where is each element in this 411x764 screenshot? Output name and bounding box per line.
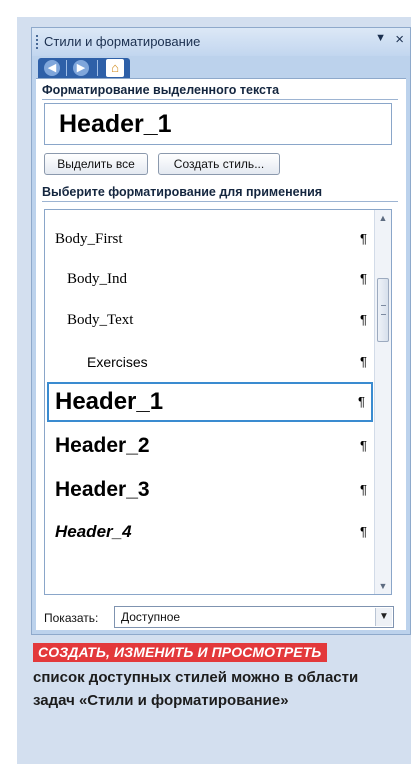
style-name: Body_Ind xyxy=(67,271,127,287)
figure-caption: СОЗДАТЬ, ИЗМЕНИТЬ И ПРОСМОТРЕТЬ список д… xyxy=(33,643,403,712)
select-all-button[interactable]: Выделить все xyxy=(44,153,148,175)
apply-formatting-heading: Выберите форматирование для применения xyxy=(42,185,323,199)
style-name: Header_1 xyxy=(55,388,164,415)
back-icon[interactable]: ◀ xyxy=(44,60,60,76)
style-name: Body_First xyxy=(55,231,123,247)
scroll-down-icon[interactable]: ▼ xyxy=(375,578,391,594)
style-item-header-2[interactable]: Header_2 ¶ xyxy=(47,426,373,466)
show-dropdown[interactable]: Доступное ▼ xyxy=(114,606,394,628)
style-item-exercises[interactable]: Exercises ¶ xyxy=(47,342,373,382)
show-dropdown-value: Доступное xyxy=(121,610,181,624)
paragraph-mark-icon: ¶ xyxy=(358,394,365,409)
caption-line: список доступных стилей можно в области xyxy=(33,669,359,686)
chevron-down-icon[interactable]: ▼ xyxy=(375,32,386,44)
style-name: Header_4 xyxy=(55,522,132,541)
styles-list[interactable]: Body_First ¶ Body_Ind ¶ Body_Text ¶ Exer… xyxy=(44,209,392,595)
current-style-field[interactable]: Header_1 xyxy=(44,103,392,145)
style-item-body-ind[interactable]: Body_Ind ¶ xyxy=(47,259,373,299)
figure-frame: Стили и форматирование ▼ × ◀ ▶ ⌂ Формати… xyxy=(17,17,411,764)
paragraph-mark-icon: ¶ xyxy=(360,312,367,327)
close-icon[interactable]: × xyxy=(395,31,404,48)
paragraph-mark-icon: ¶ xyxy=(360,438,367,453)
selected-text-heading: Форматирование выделенного текста xyxy=(42,83,280,97)
new-style-button[interactable]: Создать стиль... xyxy=(158,153,280,175)
style-item-header-1[interactable]: Header_1 ¶ xyxy=(47,382,373,422)
style-name: Exercises xyxy=(87,354,148,370)
scroll-up-icon[interactable]: ▲ xyxy=(375,210,391,226)
paragraph-mark-icon: ¶ xyxy=(360,271,367,286)
caption-highlight: СОЗДАТЬ, ИЗМЕНИТЬ И ПРОСМОТРЕТЬ xyxy=(33,643,328,662)
caption-line: задач «Стили и форматирование» xyxy=(33,692,289,709)
home-icon[interactable]: ⌂ xyxy=(106,59,124,77)
paragraph-mark-icon: ¶ xyxy=(360,231,367,246)
section-divider xyxy=(42,201,398,202)
pane-title: Стили и форматирование xyxy=(44,34,201,49)
style-name: Header_3 xyxy=(55,478,150,501)
chevron-down-icon[interactable]: ▼ xyxy=(375,608,392,626)
pane-nav-bar: ◀ ▶ ⌂ xyxy=(38,58,130,78)
grip-icon xyxy=(381,305,386,315)
drag-handle[interactable] xyxy=(36,35,40,49)
style-item-body-first[interactable]: Body_First ¶ xyxy=(47,219,373,259)
nav-divider xyxy=(97,60,98,76)
style-name: Body_Text xyxy=(67,312,134,328)
paragraph-mark-icon: ¶ xyxy=(360,354,367,369)
styles-task-pane: Стили и форматирование ▼ × ◀ ▶ ⌂ Формати… xyxy=(31,27,411,635)
pane-titlebar[interactable]: Стили и форматирование ▼ × xyxy=(32,28,410,56)
nav-divider xyxy=(66,60,67,76)
styles-list-scrollbar[interactable]: ▲ ▼ xyxy=(374,210,391,594)
scrollbar-thumb[interactable] xyxy=(377,278,389,342)
paragraph-mark-icon: ¶ xyxy=(360,524,367,539)
caption-body: список доступных стилей можно в области … xyxy=(33,666,403,712)
pane-content: Форматирование выделенного текста Header… xyxy=(36,78,406,630)
style-item-header-3[interactable]: Header_3 ¶ xyxy=(47,470,373,510)
style-name: Header_2 xyxy=(55,434,150,457)
style-item-body-text[interactable]: Body_Text ¶ xyxy=(47,300,373,340)
show-label: Показать: xyxy=(44,611,99,625)
paragraph-mark-icon: ¶ xyxy=(360,482,367,497)
section-divider xyxy=(42,99,398,100)
style-item-header-4[interactable]: Header_4 ¶ xyxy=(47,512,373,552)
forward-icon[interactable]: ▶ xyxy=(73,60,89,76)
